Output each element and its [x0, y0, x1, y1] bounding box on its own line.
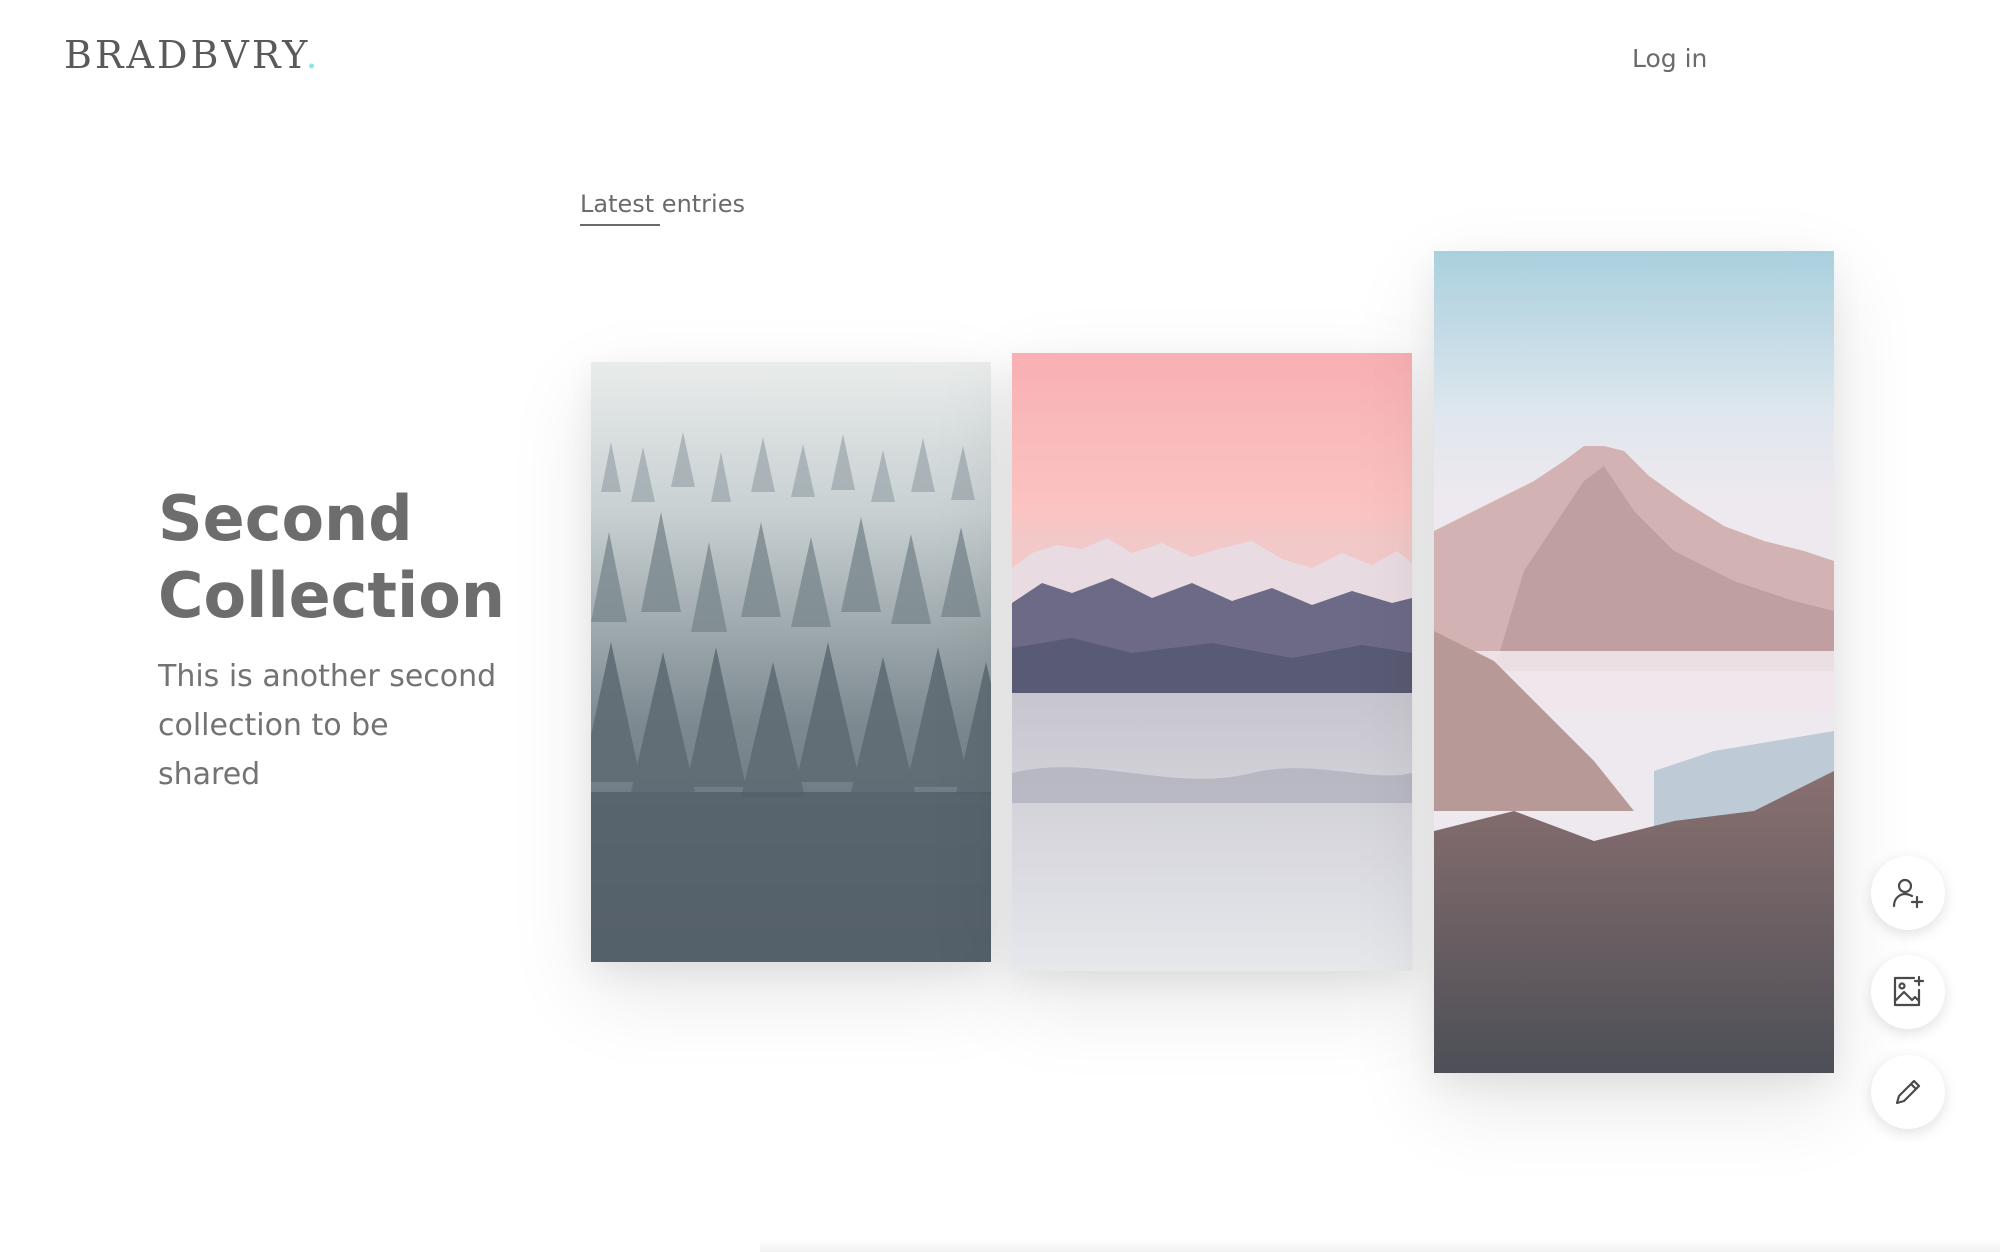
rocky-peak-image — [1434, 251, 1834, 1073]
tab-active-underline — [580, 224, 660, 226]
add-user-button[interactable] — [1871, 856, 1945, 930]
logo[interactable]: BRADBVRY. — [64, 33, 321, 77]
pencil-icon — [1895, 1079, 1921, 1105]
logo-text: BRADBVRY — [64, 33, 306, 77]
photo-card-pink-mountains[interactable] — [1012, 353, 1412, 971]
pink-mountains-image — [1012, 353, 1412, 971]
login-link[interactable]: Log in — [1632, 44, 1707, 73]
photo-card-forest[interactable] — [591, 362, 991, 962]
add-image-button[interactable] — [1871, 955, 1945, 1029]
collection-title: Second Collection — [158, 482, 506, 632]
edit-button[interactable] — [1871, 1055, 1945, 1129]
collection-description: This is another second collection to be … — [158, 659, 497, 792]
add-user-icon — [1892, 878, 1924, 909]
photo-card-rocky-peak[interactable] — [1434, 251, 1834, 1073]
add-image-icon — [1893, 975, 1925, 1007]
footer-shadow — [760, 1238, 2000, 1252]
logo-dot: . — [305, 33, 321, 77]
tab-latest-entries[interactable]: Latest entries — [580, 190, 745, 218]
forest-image — [591, 362, 991, 962]
